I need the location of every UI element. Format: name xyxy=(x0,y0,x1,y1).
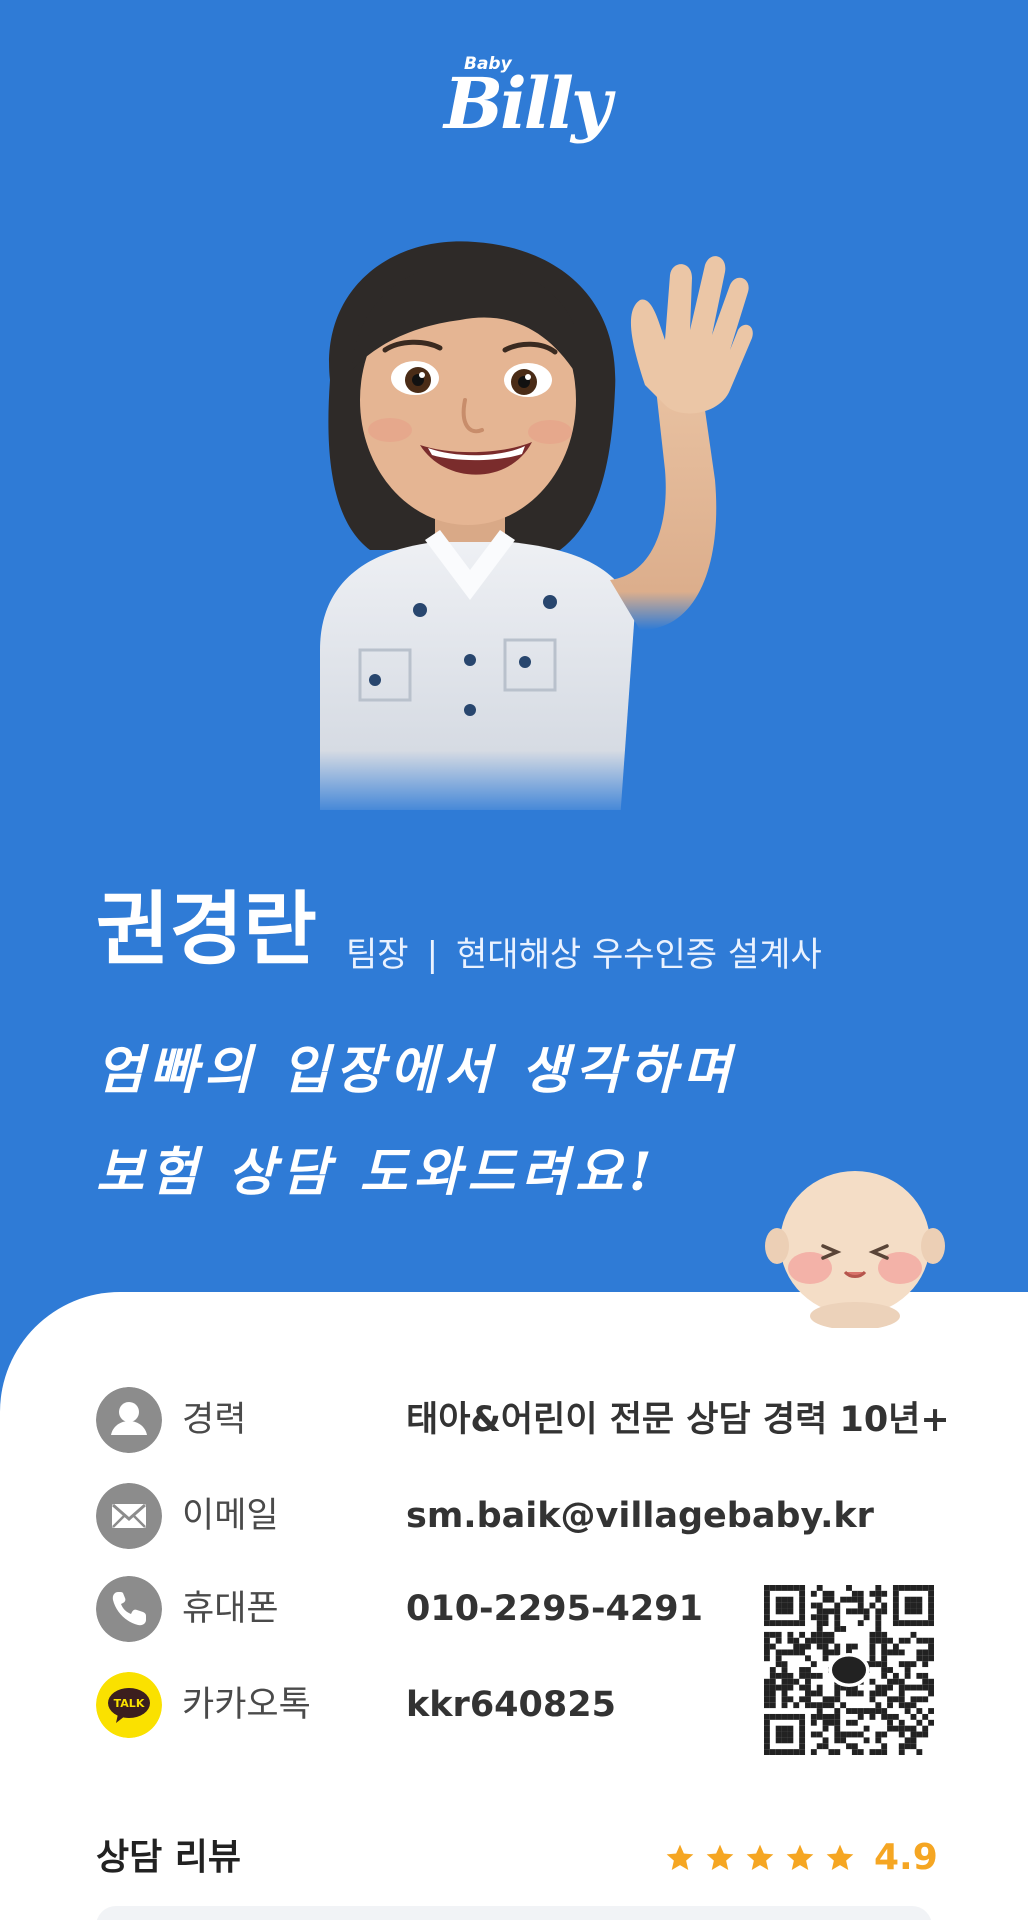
phone-value[interactable]: 010-2295-4291 xyxy=(406,1576,703,1642)
slogan-line-1: 엄빠의 입장에서 생각하며 xyxy=(96,1040,737,1101)
title-separator: | xyxy=(426,935,439,975)
baby-mascot-illustration xyxy=(765,1171,945,1328)
star-icon xyxy=(706,1844,734,1870)
kakaotalk-label: 카카오톡 xyxy=(182,1685,311,1725)
star-icon xyxy=(786,1844,814,1870)
advisor-title: 팀장 | 현대해상 우수인증 설계사 xyxy=(346,930,822,980)
career-row: 경력 태아&어린이 전문 상담 경력 10년+ xyxy=(96,1387,956,1453)
logo-billy-text: Billy xyxy=(444,62,612,145)
slogan-line-2: 보험 상담 도와드려요! xyxy=(96,1142,658,1203)
rating-value: 4.9 xyxy=(874,1837,938,1878)
star-icon xyxy=(746,1844,774,1870)
career-label: 경력 xyxy=(182,1400,247,1440)
email-row[interactable]: 이메일 sm.baik@villagebaby.kr xyxy=(96,1483,956,1549)
advisor-position: 팀장 xyxy=(346,935,409,975)
phone-label: 휴대폰 xyxy=(182,1589,279,1629)
mail-icon xyxy=(96,1483,162,1549)
person-icon xyxy=(96,1387,162,1453)
reviews-title: 상담 리뷰 xyxy=(96,1837,242,1878)
kakaotalk-icon: TALK xyxy=(96,1672,162,1738)
qr-code[interactable] xyxy=(764,1585,934,1755)
profile-page: Baby Billy 권경란 팀장 | 현대해상 우수인증 설계사 엄빠의 입장… xyxy=(0,0,1028,1920)
email-value[interactable]: sm.baik@villagebaby.kr xyxy=(406,1483,874,1549)
star-icon xyxy=(826,1844,854,1870)
email-label: 이메일 xyxy=(182,1496,279,1536)
rating: 4.9 xyxy=(664,1830,944,1886)
phone-icon xyxy=(96,1576,162,1642)
kakaotalk-value[interactable]: kkr640825 xyxy=(406,1672,616,1738)
kakaotalk-icon-text: TALK xyxy=(114,1697,145,1710)
review-card[interactable] xyxy=(96,1906,932,1920)
star-icon xyxy=(666,1844,694,1870)
career-value: 태아&어린이 전문 상담 경력 10년+ xyxy=(406,1400,950,1440)
avatar-illustration xyxy=(320,241,753,810)
billy-logo: Baby Billy xyxy=(430,50,612,170)
advisor-affiliation: 현대해상 우수인증 설계사 xyxy=(456,935,822,975)
advisor-name: 권경란 xyxy=(96,883,317,976)
